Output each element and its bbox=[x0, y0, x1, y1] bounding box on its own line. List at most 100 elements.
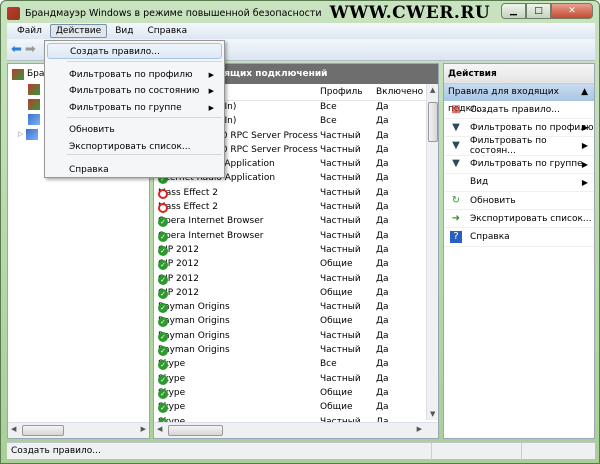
table-row[interactable]: ✓ Opera Internet Browser Частный Да bbox=[154, 215, 426, 229]
rule-profile: Частный bbox=[320, 330, 361, 341]
menu-item[interactable]: Фильтровать по группе ▶ bbox=[47, 100, 222, 116]
forward-icon[interactable]: ➡ bbox=[25, 42, 36, 57]
table-row[interactable]: ✓ QIP 2012 Частный Да bbox=[154, 244, 426, 258]
action-label: Экспортировать список... bbox=[470, 213, 592, 224]
table-row[interactable]: ✓ Skype Общие Да bbox=[154, 401, 426, 415]
table-row[interactable]: ✓ Rayman Origins Частный Да bbox=[154, 330, 426, 344]
horizontal-scrollbar[interactable]: ◀ ▶ bbox=[154, 422, 438, 438]
rule-enabled: Да bbox=[376, 259, 389, 270]
table-row[interactable]: ✓ Skype Общие Да bbox=[154, 387, 426, 401]
expand-icon[interactable]: ▷ bbox=[18, 130, 23, 138]
minimize-button[interactable]: ▁ bbox=[501, 3, 526, 19]
collapse-icon[interactable]: ▲ bbox=[581, 84, 588, 101]
table-row[interactable]: ✓ Skype Все Да bbox=[154, 358, 426, 372]
rule-name: 00 RPC Server Process bbox=[216, 144, 318, 155]
maximize-button[interactable]: □ bbox=[526, 3, 551, 19]
tree-item-outbound[interactable] bbox=[28, 97, 43, 111]
rule-profile: Частный bbox=[320, 273, 361, 284]
action-item[interactable]: ? Справка bbox=[444, 228, 594, 247]
rule-enabled: Да bbox=[376, 116, 389, 127]
table-row[interactable]: ✓ QIP 2012 Частный Да bbox=[154, 273, 426, 287]
action-label: Фильтровать по состоян... bbox=[469, 135, 547, 156]
action-item[interactable]: ▼ Фильтровать по группе ▶ bbox=[444, 156, 594, 174]
rule-enabled: Да bbox=[376, 230, 389, 241]
rule-profile: Частный bbox=[320, 159, 361, 170]
action-item[interactable]: ↻ Обновить bbox=[444, 192, 594, 211]
menu-action[interactable]: Действие bbox=[49, 24, 108, 38]
rule-profile: Общие bbox=[320, 387, 353, 398]
back-icon[interactable]: ⬅ bbox=[11, 42, 22, 57]
outbound-rules-icon bbox=[28, 98, 40, 110]
action-item[interactable]: Вид ▶ bbox=[444, 174, 594, 192]
help-icon: ? bbox=[450, 230, 462, 243]
rule-profile: Частный bbox=[320, 130, 361, 141]
left-horizontal-scrollbar[interactable]: ◀ ▶ bbox=[8, 422, 149, 438]
actions-section[interactable]: Правила для входящих подкл... ▲ bbox=[444, 84, 594, 114]
window-title: Брандмауэр Windows в режиме повышенной б… bbox=[25, 7, 322, 19]
rule-profile: Частный bbox=[320, 173, 361, 184]
rule-enabled: Да bbox=[376, 244, 389, 255]
rule-profile: Все bbox=[320, 102, 337, 112]
rule-enabled: Да bbox=[376, 345, 389, 356]
tree-root[interactable]: Бра bbox=[12, 67, 44, 81]
rule-profile: Общие bbox=[320, 402, 353, 413]
menu-item[interactable]: Справка bbox=[47, 162, 222, 178]
table-row[interactable]: ✓ Rayman Origins Частный Да bbox=[154, 301, 426, 315]
allowed-icon: ✓ bbox=[158, 388, 168, 399]
table-row[interactable]: ✓ Rayman Origins Общие Да bbox=[154, 315, 426, 329]
menu-item[interactable]: Создать правило... bbox=[47, 43, 222, 59]
action-item[interactable]: ➜ Экспортировать список... bbox=[444, 210, 594, 229]
actions-pane: Действия Правила для входящих подкл... ▲ … bbox=[443, 63, 595, 439]
submenu-arrow-icon: ▶ bbox=[208, 104, 214, 112]
action-item[interactable]: ▦ Создать правило... bbox=[444, 101, 594, 120]
action-label: Фильтровать по профилю bbox=[470, 122, 594, 133]
action-item[interactable]: ▼ Фильтровать по профилю ▶ bbox=[444, 119, 594, 138]
rule-profile: Общие bbox=[320, 287, 353, 298]
allowed-icon: ✓ bbox=[158, 331, 168, 342]
rule-profile: Частный bbox=[320, 302, 361, 313]
rule-profile: Общие bbox=[320, 316, 353, 327]
rule-enabled: Да bbox=[376, 287, 389, 298]
table-row[interactable]: ✓ Rayman Origins Частный Да bbox=[154, 344, 426, 358]
inbound-rules-icon bbox=[28, 83, 40, 95]
close-button[interactable]: ✕ bbox=[551, 3, 593, 19]
table-row[interactable]: ✓ QIP 2012 Общие Да bbox=[154, 287, 426, 301]
allowed-icon: ✓ bbox=[158, 245, 168, 256]
table-row[interactable]: ✓SkypeЧастныйДа bbox=[154, 373, 426, 387]
rule-profile: Частный bbox=[320, 216, 361, 227]
export-icon: ➜ bbox=[451, 212, 461, 224]
menu-file[interactable]: Файл bbox=[11, 24, 48, 38]
menu-item[interactable]: Фильтровать по состоянию ▶ bbox=[47, 83, 222, 99]
menu-view[interactable]: Вид bbox=[109, 24, 139, 38]
rule-enabled: Да bbox=[376, 159, 389, 170]
menu-item[interactable]: Фильтровать по профилю ▶ bbox=[47, 67, 222, 83]
menu-item[interactable]: Обновить bbox=[47, 122, 222, 138]
rule-name: Rayman Origins bbox=[158, 330, 230, 341]
tree-item-monitoring[interactable]: ▷ bbox=[18, 127, 41, 141]
table-row[interactable]: Mass Effect 2 Частный Да bbox=[154, 201, 426, 215]
rule-name: Rayman Origins bbox=[158, 345, 230, 356]
rule-name: Rayman Origins bbox=[158, 302, 230, 313]
action-dropdown-menu: Создать правило... Фильтровать по профилю… bbox=[44, 40, 225, 178]
blocked-icon bbox=[158, 188, 168, 199]
table-row[interactable]: ✓ Opera Internet Browser Частный Да bbox=[154, 230, 426, 244]
column-profile[interactable]: Профиль bbox=[320, 87, 363, 97]
allowed-icon: ✓ bbox=[158, 231, 168, 242]
rule-enabled: Да bbox=[376, 102, 389, 112]
allowed-icon: ✓ bbox=[158, 288, 168, 299]
submenu-arrow-icon: ▶ bbox=[208, 71, 214, 79]
rule-enabled: Да bbox=[376, 373, 389, 384]
menu-item[interactable]: Экспортировать список... bbox=[47, 139, 222, 155]
action-item[interactable]: ▼ Фильтровать по состоян... ▶ bbox=[444, 135, 594, 156]
tree-item-inbound[interactable] bbox=[28, 82, 43, 96]
menu-help[interactable]: Справка bbox=[141, 24, 193, 38]
connection-rules-icon bbox=[28, 113, 40, 125]
refresh-icon: ↻ bbox=[451, 194, 461, 206]
table-row[interactable]: Mass Effect 2 Частный Да bbox=[154, 187, 426, 201]
vertical-scrollbar[interactable]: ▲ ▼ bbox=[426, 84, 438, 420]
tree-item-security[interactable] bbox=[28, 112, 43, 126]
table-row[interactable]: ✓ QIP 2012 Общие Да bbox=[154, 258, 426, 272]
rule-profile: Частный bbox=[320, 345, 361, 356]
firewall-icon bbox=[12, 68, 24, 80]
column-enabled[interactable]: Включено bbox=[376, 87, 423, 97]
